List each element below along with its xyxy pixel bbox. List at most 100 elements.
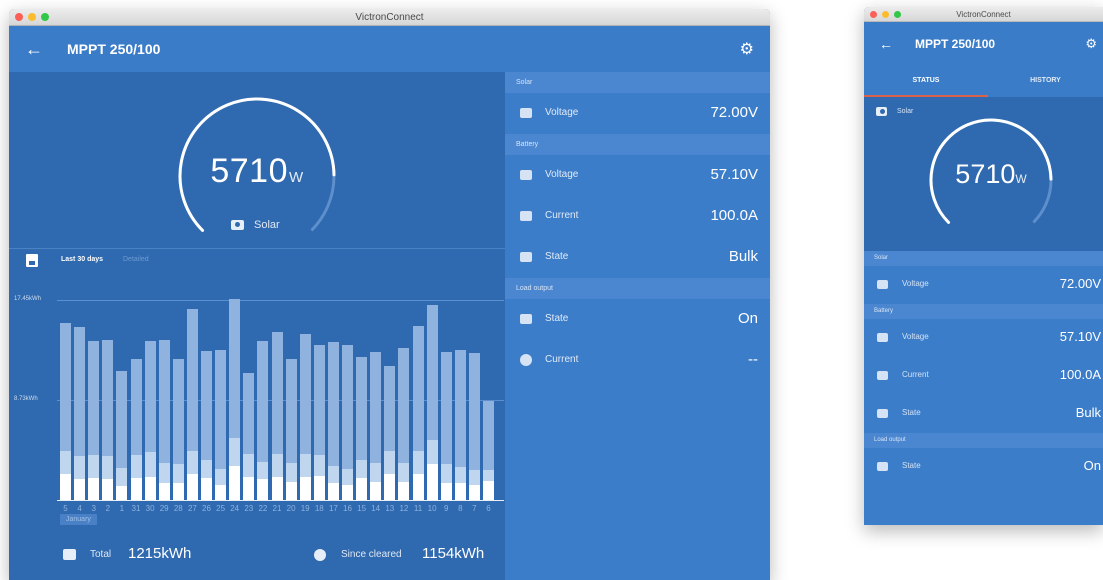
dots-icon	[520, 314, 532, 324]
title-bar: VictronConnect	[864, 7, 1103, 22]
bar-segment	[88, 478, 100, 500]
tab-status[interactable]: STATUS	[864, 66, 988, 97]
close-window-button[interactable]	[15, 13, 23, 21]
day-bar[interactable]	[201, 351, 212, 500]
bar-segment	[172, 482, 184, 500]
day-bar[interactable]	[243, 372, 255, 500]
row-label: Voltage	[902, 332, 929, 341]
day-bar[interactable]	[88, 340, 100, 500]
day-bar[interactable]	[172, 359, 184, 500]
day-bar[interactable]	[356, 356, 368, 500]
bar-segment	[327, 465, 339, 483]
day-bar[interactable]	[186, 308, 198, 500]
settings-gear-icon[interactable]: ⚙	[740, 26, 754, 72]
bar-segment	[440, 464, 452, 483]
bar-segment	[342, 469, 353, 486]
bar-segment	[271, 477, 283, 500]
bar-segment	[130, 478, 142, 500]
day-bar[interactable]	[102, 339, 114, 500]
minimize-window-button[interactable]	[28, 13, 36, 21]
day-bar[interactable]	[116, 370, 128, 500]
day-bar[interactable]	[327, 341, 339, 500]
day-bar[interactable]	[130, 359, 142, 500]
back-arrow-icon[interactable]: ←	[879, 22, 893, 66]
bar-segment	[398, 481, 410, 500]
bar-segment	[299, 333, 311, 455]
bar-segment	[74, 456, 86, 480]
day-bar[interactable]	[74, 326, 86, 500]
bar-segment	[356, 356, 368, 460]
battery-icon	[877, 333, 888, 342]
section-load-output: Load output	[505, 278, 770, 299]
day-bar[interactable]	[271, 331, 283, 500]
day-bar[interactable]	[313, 345, 325, 500]
day-bar[interactable]	[384, 365, 396, 500]
minimize-window-button[interactable]	[882, 10, 889, 18]
day-bar[interactable]	[215, 349, 227, 500]
back-arrow-icon[interactable]: ←	[25, 26, 43, 72]
save-floppy-icon[interactable]	[26, 254, 38, 267]
current-icon	[877, 371, 888, 380]
battery-voltage-row: Voltage 57.10V	[505, 155, 770, 196]
day-bar[interactable]	[468, 353, 480, 500]
lightbulb-icon	[520, 354, 532, 366]
x-tick-label: 18	[314, 504, 324, 513]
battery-current-row: Current 100.0A	[864, 357, 1103, 395]
day-bar[interactable]	[285, 359, 297, 500]
tab-last-30-days[interactable]: Last 30 days	[61, 256, 103, 263]
tab-history[interactable]: HISTORY	[988, 66, 1103, 97]
day-bar[interactable]	[60, 323, 71, 500]
load-current-row: Current --	[505, 340, 770, 381]
bar-segment	[356, 478, 368, 500]
day-bar[interactable]	[144, 340, 156, 500]
dots-icon	[520, 252, 532, 262]
app-bar: ← MPPT 250/100 ⚙ STATUS HISTORY	[864, 22, 1103, 97]
bar-segment	[271, 454, 283, 478]
day-bar[interactable]	[370, 352, 382, 500]
day-bar[interactable]	[412, 325, 424, 500]
day-bar[interactable]	[158, 339, 170, 500]
x-tick-label: 6	[486, 504, 491, 513]
current-icon	[520, 211, 532, 221]
day-bar[interactable]	[398, 347, 410, 500]
row-value: 100.0A	[1059, 367, 1101, 382]
total-label: Total	[90, 549, 112, 560]
bar-segment	[102, 339, 114, 457]
day-bar[interactable]	[229, 299, 241, 500]
day-bar[interactable]	[426, 305, 438, 500]
bar-segment	[370, 352, 382, 464]
solar-panel-icon	[231, 220, 244, 230]
bar-segment	[313, 475, 325, 500]
bar-segment	[88, 340, 100, 456]
maximize-window-button[interactable]	[41, 13, 49, 21]
day-bar[interactable]	[483, 401, 494, 500]
day-bar[interactable]	[257, 340, 269, 500]
x-tick-label: 7	[472, 504, 477, 513]
battery-state-row: State Bulk	[864, 395, 1103, 433]
day-bar[interactable]	[299, 333, 311, 500]
bar-segment	[454, 349, 466, 467]
battery-voltage-row: Voltage 57.10V	[864, 319, 1103, 357]
maximize-window-button[interactable]	[894, 10, 901, 18]
settings-gear-icon[interactable]: ⚙	[1085, 22, 1097, 66]
battery-state-row: State Bulk	[505, 237, 770, 278]
x-tick-label: 23	[244, 504, 254, 513]
bar-segment	[130, 359, 142, 456]
day-bar[interactable]	[342, 345, 353, 500]
close-window-button[interactable]	[870, 10, 877, 18]
window-title: VictronConnect	[355, 12, 424, 23]
bar-segment	[130, 455, 142, 479]
tab-detailed[interactable]: Detailed	[123, 256, 149, 263]
bar-segment	[257, 340, 269, 463]
bar-segment	[398, 463, 410, 482]
bar-segment	[74, 326, 86, 457]
section-solar: Solar	[505, 72, 770, 93]
bar-segment	[426, 305, 438, 441]
bar-segment	[158, 482, 170, 500]
solar-header: Solar	[876, 107, 913, 116]
day-bar[interactable]	[454, 349, 466, 500]
bar-segment	[412, 325, 424, 451]
day-bar[interactable]	[440, 352, 452, 500]
bar-segment	[172, 464, 184, 483]
row-value: Bulk	[728, 248, 758, 265]
